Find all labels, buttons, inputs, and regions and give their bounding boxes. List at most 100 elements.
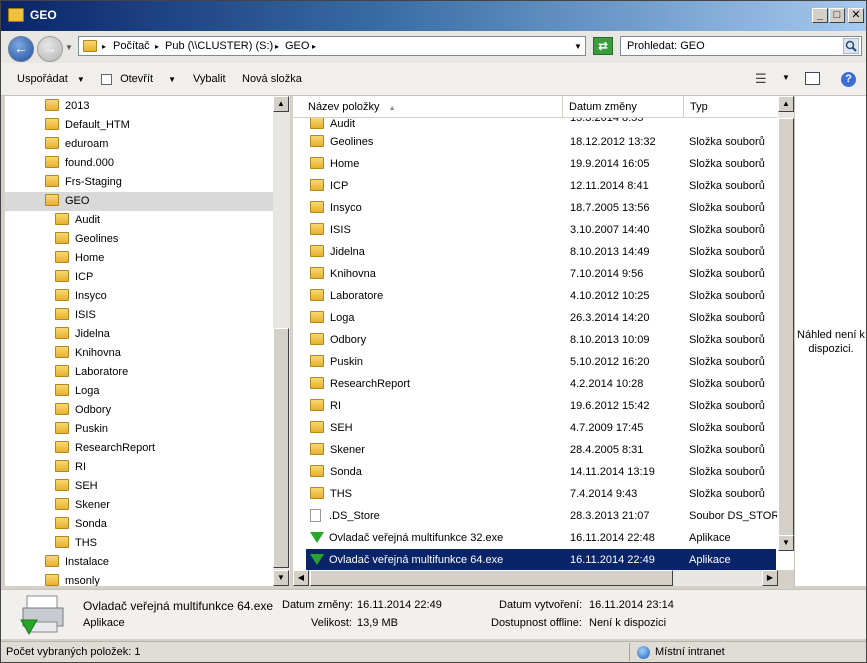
- breadcrumb-computer[interactable]: Počítač: [113, 40, 150, 52]
- list-item[interactable]: Ovladač veřejná multifunkce 32.exe 16.11.…: [306, 527, 776, 549]
- tree-item[interactable]: Jidelna: [5, 325, 273, 344]
- list-horizontal-scrollbar[interactable]: ◀ ▶: [293, 570, 778, 586]
- extract-button[interactable]: Vybalit: [193, 73, 226, 85]
- tree-item[interactable]: Skener: [5, 496, 273, 515]
- open-button[interactable]: Otevřít ▼: [101, 73, 176, 85]
- breadcrumb-separator-icon[interactable]: ▸: [155, 42, 159, 51]
- list-item[interactable]: Skener 28.4.2005 8:31 Složka souborů: [306, 439, 776, 461]
- list-item-name: SEH: [330, 422, 353, 434]
- list-item[interactable]: Loga 26.3.2014 14:20 Složka souborů: [306, 307, 776, 329]
- forward-button[interactable]: →: [37, 36, 63, 62]
- list-item-name-cell: Knihovna: [310, 263, 376, 285]
- address-dropdown-icon[interactable]: ▼: [574, 42, 582, 51]
- organize-button[interactable]: Uspořádat ▼: [17, 73, 85, 85]
- history-dropdown-icon[interactable]: ▼: [65, 43, 73, 52]
- tree-scrollbar[interactable]: ▲ ▼: [273, 96, 290, 586]
- scroll-left-icon[interactable]: ◀: [293, 570, 309, 586]
- tree-item[interactable]: SEH: [5, 477, 273, 496]
- list-item[interactable]: Geolines 18.12.2012 13:32 Složka souborů: [306, 131, 776, 153]
- tree-item[interactable]: Insyco: [5, 287, 273, 306]
- list-item[interactable]: .DS_Store 28.3.2013 21:07 Soubor DS_STORE: [306, 505, 777, 527]
- tree-item[interactable]: found.000: [5, 154, 273, 173]
- list-item[interactable]: Audit15.3.2014 8:55Složka souborů: [306, 118, 776, 129]
- breadcrumb-drive[interactable]: Pub (\\CLUSTER) (S:): [165, 40, 273, 52]
- scroll-down-icon[interactable]: ▼: [778, 535, 794, 551]
- scroll-thumb[interactable]: [778, 118, 794, 548]
- scroll-down-icon[interactable]: ▼: [273, 570, 289, 586]
- list-item[interactable]: Odbory 8.10.2013 10:09 Složka souborů: [306, 329, 776, 351]
- tree-item[interactable]: Puskin: [5, 420, 273, 439]
- breadcrumb-separator-icon[interactable]: ▸: [312, 42, 316, 51]
- tree-item[interactable]: Default_HTM: [5, 116, 273, 135]
- close-button[interactable]: ✕: [848, 8, 864, 23]
- scroll-up-icon[interactable]: ▲: [778, 96, 794, 112]
- folder-icon: [310, 157, 324, 170]
- column-header-name[interactable]: Název položky ▲: [302, 96, 563, 118]
- tree-item[interactable]: eduroam: [5, 135, 273, 154]
- tree-item[interactable]: msonly: [5, 572, 273, 586]
- tree-item[interactable]: Home: [5, 249, 273, 268]
- list-item[interactable]: Laboratore 4.10.2012 10:25 Složka souborů: [306, 285, 776, 307]
- minimize-button[interactable]: _: [812, 8, 828, 23]
- list-item-name-cell: Puskin: [310, 351, 363, 373]
- folder-icon: [310, 267, 324, 280]
- tree-item[interactable]: ICP: [5, 268, 273, 287]
- scroll-thumb[interactable]: [310, 570, 673, 586]
- list-item-name: Home: [330, 158, 360, 170]
- scroll-up-icon[interactable]: ▲: [273, 96, 289, 112]
- list-vertical-scrollbar[interactable]: ▲ ▼: [778, 96, 794, 551]
- folder-icon: [55, 213, 69, 226]
- tree-item[interactable]: 2013: [5, 97, 273, 116]
- tree-item[interactable]: Instalace: [5, 553, 273, 572]
- scroll-right-icon[interactable]: ▶: [762, 570, 778, 586]
- tree-item[interactable]: ISIS: [5, 306, 273, 325]
- search-box[interactable]: Prohledat: GEO: [620, 36, 862, 56]
- list-item[interactable]: Sonda 14.11.2014 13:19 Složka souborů: [306, 461, 776, 483]
- list-item[interactable]: Ovladač veřejná multifunkce 64.exe 16.11.…: [306, 549, 776, 571]
- preview-pane-icon[interactable]: [805, 72, 820, 85]
- list-item[interactable]: Jidelna 8.10.2013 14:49 Složka souborů: [306, 241, 776, 263]
- search-icon[interactable]: [843, 38, 859, 54]
- list-item[interactable]: Insyco 18.7.2005 13:56 Složka souborů: [306, 197, 776, 219]
- column-header-date[interactable]: Datum změny: [563, 96, 684, 118]
- tree-item[interactable]: GEO: [5, 192, 273, 211]
- status-bar: Počet vybraných položek: 1 Místní intran…: [1, 641, 866, 662]
- tree-item[interactable]: Loga: [5, 382, 273, 401]
- tree-item[interactable]: ResearchReport: [5, 439, 273, 458]
- tree-item-label: Geolines: [75, 233, 119, 245]
- refresh-button[interactable]: ⇄: [593, 37, 613, 55]
- breadcrumb-separator-icon[interactable]: ▸: [275, 42, 279, 51]
- list-item[interactable]: ICP 12.11.2014 8:41 Složka souborů: [306, 175, 776, 197]
- tree-item[interactable]: Geolines: [5, 230, 273, 249]
- column-header-type[interactable]: Typ: [684, 96, 777, 118]
- view-options-icon[interactable]: ☰: [755, 71, 767, 87]
- breadcrumb-separator-icon[interactable]: ▸: [102, 42, 106, 51]
- title-bar[interactable]: GEO _ □ ✕: [1, 1, 866, 31]
- tree-item[interactable]: Odbory: [5, 401, 273, 420]
- address-bar[interactable]: ▸ Počítač ▸ Pub (\\CLUSTER) (S:) ▸ GEO ▸…: [78, 36, 586, 56]
- tree-item[interactable]: Laboratore: [5, 363, 273, 382]
- tree-item[interactable]: THS: [5, 534, 273, 553]
- folder-icon: [310, 377, 324, 390]
- tree-item[interactable]: Audit: [5, 211, 273, 230]
- tree-item[interactable]: Sonda: [5, 515, 273, 534]
- list-item[interactable]: SEH 4.7.2009 17:45 Složka souborů: [306, 417, 776, 439]
- maximize-button[interactable]: □: [829, 8, 845, 23]
- scroll-thumb[interactable]: [273, 328, 289, 568]
- view-dropdown-icon[interactable]: ▼: [782, 73, 790, 82]
- help-icon[interactable]: ?: [841, 72, 856, 87]
- list-item[interactable]: Knihovna 7.10.2014 9:56 Složka souborů: [306, 263, 776, 285]
- list-item[interactable]: ResearchReport 4.2.2014 10:28 Složka soubo…: [306, 373, 776, 395]
- tree-item[interactable]: Frs-Staging: [5, 173, 273, 192]
- list-item[interactable]: Puskin 5.10.2012 16:20 Složka souborů: [306, 351, 776, 373]
- new-folder-button[interactable]: Nová složka: [242, 73, 302, 85]
- list-item[interactable]: THS 7.4.2014 9:43 Složka souborů: [306, 483, 776, 505]
- list-item[interactable]: Home 19.9.2014 16:05 Složka souborů: [306, 153, 776, 175]
- list-item[interactable]: ISIS 3.10.2007 14:40 Složka souborů: [306, 219, 776, 241]
- breadcrumb-geo[interactable]: GEO: [285, 40, 309, 52]
- folder-icon: [45, 99, 59, 112]
- tree-item[interactable]: RI: [5, 458, 273, 477]
- back-button[interactable]: ←: [8, 36, 34, 62]
- tree-item[interactable]: Knihovna: [5, 344, 273, 363]
- list-item[interactable]: RI 19.6.2012 15:42 Složka souborů: [306, 395, 776, 417]
